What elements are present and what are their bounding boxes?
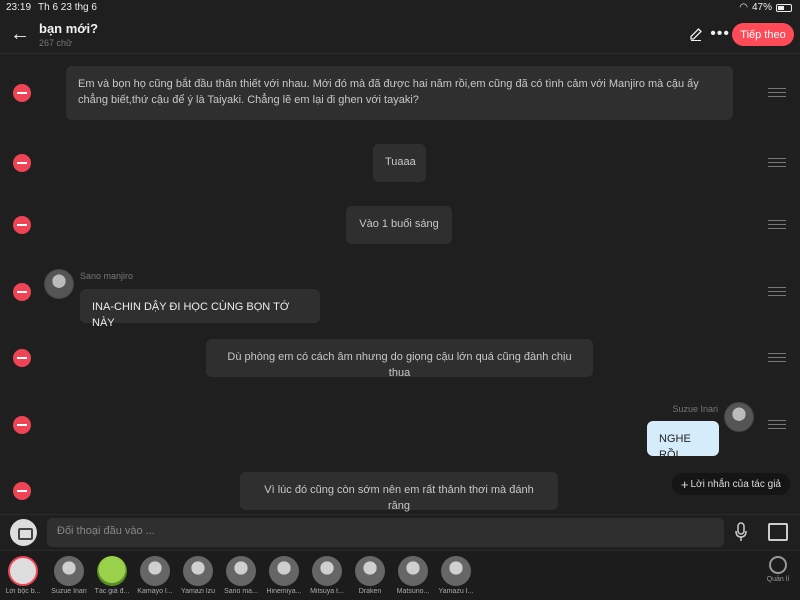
drag-handle-icon[interactable] <box>768 158 786 168</box>
status-right: ◠ 47% <box>739 2 792 13</box>
author-note-label: Lời nhắn của tác giả <box>690 478 781 490</box>
character-avatar <box>398 556 428 586</box>
pencil-icon[interactable] <box>688 26 704 42</box>
character-name: Kamayo I... <box>137 588 173 595</box>
delete-message-icon[interactable] <box>13 84 31 102</box>
delete-message-icon[interactable] <box>13 154 31 172</box>
character-name: Matsuno... <box>396 588 430 595</box>
speaker-name: Sano manjiro <box>80 271 134 281</box>
narration-toggle-icon[interactable] <box>10 519 37 546</box>
character-item[interactable]: Mitsuya t... <box>306 556 348 595</box>
dialogue-input[interactable]: Đối thoại đầu vào ... <box>47 518 724 547</box>
character-avatar <box>312 556 342 586</box>
character-item[interactable]: Sano ma... <box>220 556 262 595</box>
back-arrow-icon[interactable]: ← <box>10 24 32 46</box>
word-count: 267 chữ <box>39 38 73 48</box>
manage-characters-icon <box>769 556 787 574</box>
narrator-avatar <box>8 556 38 586</box>
character-item[interactable]: Yamazu I... <box>435 556 477 595</box>
manage-label: Quản lí <box>766 576 790 583</box>
story-title: bạn mới? <box>39 21 99 36</box>
header: ← bạn mới? 267 chữ ••• Tiếp theo <box>0 16 800 54</box>
delete-message-icon[interactable] <box>13 216 31 234</box>
character-avatar <box>97 556 127 586</box>
character-item[interactable]: Kamayo I... <box>134 556 176 595</box>
character-name: Yamazu I... <box>438 588 474 595</box>
narration-bubble[interactable]: Dù phòng em có cách âm nhưng do giọng cậ… <box>206 339 593 379</box>
character-name: Suzue Inari <box>51 588 87 595</box>
narration-bubble[interactable]: Vào 1 buổi sáng <box>346 206 452 244</box>
drag-handle-icon[interactable] <box>768 420 786 430</box>
speaker-name: Suzue Inari <box>672 404 718 414</box>
character-item[interactable]: Lời bộc b... <box>2 556 44 595</box>
character-name: Sano ma... <box>224 588 258 595</box>
character-avatar <box>355 556 385 586</box>
character-name: Draken <box>358 588 382 595</box>
status-time: 23:19 <box>6 2 32 13</box>
avatar[interactable] <box>44 269 74 299</box>
character-name: Lời bộc b... <box>5 588 41 595</box>
character-item[interactable]: Tác giả đ... <box>91 556 133 595</box>
character-item[interactable]: Yamazi Izu <box>177 556 219 595</box>
delete-message-icon[interactable] <box>13 349 31 367</box>
character-strip: Lời bộc b... Suzue Inari Tác giả đ... Kamay… <box>0 550 800 600</box>
character-item[interactable]: Suzue Inari <box>48 556 90 595</box>
wifi-icon: ◠ <box>739 2 748 13</box>
microphone-icon[interactable] <box>734 522 748 542</box>
status-date: Th 6 23 thg 6 <box>38 2 97 13</box>
narration-bubble[interactable]: Vì lúc đó cũng còn sớm nên em rất thảnh … <box>240 472 558 512</box>
plus-icon: + <box>680 476 689 492</box>
character-item[interactable]: Hinemiya... <box>263 556 305 595</box>
avatar[interactable] <box>724 402 754 432</box>
character-avatar <box>441 556 471 586</box>
delete-message-icon[interactable] <box>13 416 31 434</box>
delete-message-icon[interactable] <box>13 283 31 301</box>
character-name: Tác giả đ... <box>94 588 130 595</box>
character-avatar <box>140 556 170 586</box>
drag-handle-icon[interactable] <box>768 220 786 230</box>
character-item[interactable]: Matsuno... <box>392 556 434 595</box>
character-bubble[interactable]: INA-CHIN DẬY ĐI HỌC CÙNG BỌN TỚ NÀY <box>80 289 320 329</box>
author-note-button[interactable]: + Lời nhắn của tác giả <box>671 473 790 495</box>
battery-percent: 47% <box>751 2 772 13</box>
drag-handle-icon[interactable] <box>768 88 786 98</box>
delete-message-icon[interactable] <box>13 482 31 500</box>
character-avatar <box>183 556 213 586</box>
narration-bubble[interactable]: Tuaaa <box>373 144 426 182</box>
input-bar: Đối thoại đầu vào ... <box>0 514 800 550</box>
character-bubble[interactable]: NGHE RỒI <box>647 421 719 461</box>
character-avatar <box>226 556 256 586</box>
image-icon[interactable] <box>768 523 788 541</box>
character-name: Mitsuya t... <box>310 588 344 595</box>
character-name: Hinemiya... <box>266 588 302 595</box>
drag-handle-icon[interactable] <box>768 287 786 297</box>
narration-bubble[interactable]: Em và bọn họ cũng bắt đầu thân thiết với… <box>66 66 733 120</box>
more-options-icon[interactable]: ••• <box>710 25 730 43</box>
character-avatar <box>269 556 299 586</box>
character-name: Yamazi Izu <box>180 588 216 595</box>
character-avatar <box>54 556 84 586</box>
drag-handle-icon[interactable] <box>768 353 786 363</box>
status-bar: 23:19 Th 6 23 thg 6 ◠ 47% <box>0 0 800 16</box>
manage-button[interactable]: Quản lí <box>764 556 792 583</box>
character-item[interactable]: Draken <box>349 556 391 595</box>
battery-icon <box>776 3 792 12</box>
next-button[interactable]: Tiếp theo <box>732 23 794 46</box>
